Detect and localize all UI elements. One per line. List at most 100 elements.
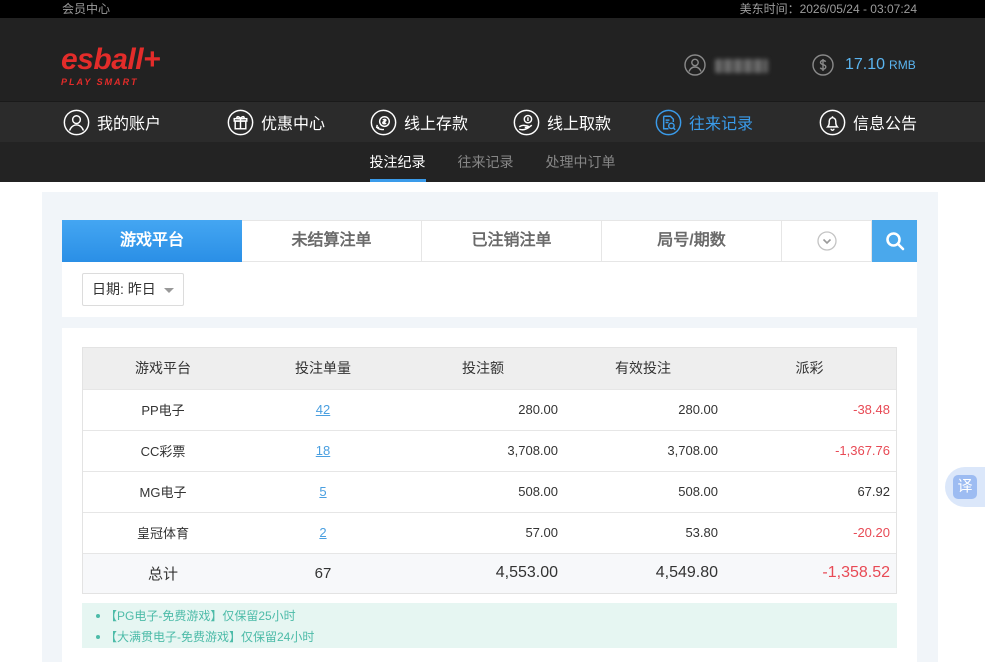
top-bar: 会员中心 美东时间：2026/05/24 - 03:07:24 bbox=[0, 0, 985, 18]
header: esball+ PLAY SMART 17.10 RMB bbox=[0, 18, 985, 101]
nav-online-withdraw[interactable]: 线上取款 bbox=[513, 102, 611, 142]
cell-platform: PP电子 bbox=[83, 388, 243, 430]
username-blurred[interactable] bbox=[715, 59, 768, 73]
cell-bet-count: 18 bbox=[243, 429, 403, 471]
header-bet-count: 投注单量 bbox=[243, 348, 403, 389]
nav-transaction-records[interactable]: 往来记录 bbox=[655, 102, 753, 142]
total-label: 总计 bbox=[83, 552, 243, 593]
nav-label: 我的账户 bbox=[97, 116, 162, 133]
cell-bet-count: 42 bbox=[243, 388, 403, 430]
gift-icon bbox=[227, 109, 254, 136]
logo-tagline: PLAY SMART bbox=[61, 77, 139, 87]
search-button[interactable] bbox=[872, 220, 917, 262]
cell-platform: 皇冠体育 bbox=[83, 511, 243, 553]
bullet-icon bbox=[96, 634, 100, 639]
cell-bet-count: 2 bbox=[243, 511, 403, 553]
chevron-down-icon bbox=[816, 231, 837, 251]
cell-platform: CC彩票 bbox=[83, 429, 243, 471]
cell-valid-bet: 53.80 bbox=[563, 511, 723, 553]
nav-my-account[interactable]: 我的账户 bbox=[63, 102, 161, 142]
cell-valid-bet: 508.00 bbox=[563, 470, 723, 512]
notice-box: 【PG电子-免费游戏】仅保留25小时 【大满贯电子-免费游戏】仅保留24小时 bbox=[82, 603, 897, 648]
table-row: CC彩票 18 3,708.00 3,708.00 -1,367.76 bbox=[83, 429, 896, 471]
tab-game-platform[interactable]: 游戏平台 bbox=[62, 220, 242, 262]
deposit-icon bbox=[370, 109, 397, 136]
eastern-time-clock: 美东时间：2026/05/24 - 03:07:24 bbox=[739, 2, 917, 16]
nav-label: 线上存款 bbox=[404, 116, 469, 133]
user-icon bbox=[63, 109, 90, 136]
nav-promotions[interactable]: 优惠中心 bbox=[227, 102, 325, 142]
total-bet-amount: 4,553.00 bbox=[403, 552, 563, 593]
cell-bet-amount: 3,708.00 bbox=[403, 429, 563, 471]
header-platform: 游戏平台 bbox=[83, 348, 243, 389]
total-payout: -1,358.52 bbox=[723, 552, 896, 593]
notice-item: 【大满贯电子-免费游戏】仅保留24小时 bbox=[82, 626, 897, 647]
logo-wordmark: esball+ bbox=[61, 43, 161, 76]
bet-count-link[interactable]: 18 bbox=[316, 443, 330, 458]
nav-label: 往来记录 bbox=[689, 116, 754, 133]
withdraw-icon bbox=[513, 109, 540, 136]
table-total-row: 总计 67 4,553.00 4,549.80 -1,358.52 bbox=[83, 552, 896, 593]
bet-summary-table: 游戏平台 投注单量 投注额 有效投注 派彩 PP电子 42 280.00 280… bbox=[82, 347, 897, 594]
notice-text: 【PG电子-免费游戏】仅保留25小时 bbox=[105, 609, 296, 623]
bet-count-link[interactable]: 42 bbox=[316, 402, 330, 417]
date-filter-select[interactable]: 日期: 昨日 bbox=[82, 273, 184, 306]
search-icon bbox=[885, 232, 904, 251]
table-row: MG电子 5 508.00 508.00 67.92 bbox=[83, 470, 896, 512]
member-center-label[interactable]: 会员中心 bbox=[62, 0, 110, 18]
balance-currency: RMB bbox=[889, 58, 916, 72]
cell-platform: MG电子 bbox=[83, 470, 243, 512]
tab-round-number[interactable]: 局号/期数 bbox=[602, 220, 782, 262]
cell-payout: -1,367.76 bbox=[723, 429, 896, 471]
main-nav: 我的账户 优惠中心 线上存款 线上取款 往来记录 信息公告 bbox=[0, 101, 985, 142]
header-bet-amount: 投注额 bbox=[403, 348, 563, 389]
cell-payout: 67.92 bbox=[723, 470, 896, 512]
cell-bet-amount: 57.00 bbox=[403, 511, 563, 553]
total-bet-count: 67 bbox=[243, 552, 403, 593]
cell-bet-amount: 280.00 bbox=[403, 388, 563, 430]
table-header-row: 游戏平台 投注单量 投注额 有效投注 派彩 bbox=[83, 348, 896, 389]
tab-cancelled-bets[interactable]: 已注销注单 bbox=[422, 220, 602, 262]
nav-announcements[interactable]: 信息公告 bbox=[819, 102, 917, 142]
dollar-circle-icon bbox=[812, 54, 834, 76]
user-circle-icon[interactable] bbox=[684, 54, 706, 76]
notice-text: 【大满贯电子-免费游戏】仅保留24小时 bbox=[105, 630, 315, 644]
header-payout: 派彩 bbox=[723, 348, 896, 389]
bet-count-link[interactable]: 5 bbox=[319, 484, 326, 499]
account-balance: 17.10 RMB bbox=[845, 54, 916, 76]
translate-icon: 译 bbox=[953, 475, 977, 499]
nav-label: 线上取款 bbox=[547, 116, 612, 133]
bullet-icon bbox=[96, 613, 100, 618]
subnav-pending-orders[interactable]: 处理中订单 bbox=[546, 142, 616, 182]
translate-button[interactable]: 译 bbox=[945, 467, 985, 507]
bell-icon bbox=[819, 109, 846, 136]
cell-bet-count: 5 bbox=[243, 470, 403, 512]
esball-logo[interactable]: esball+ PLAY SMART bbox=[61, 43, 161, 88]
subnav-bet-records[interactable]: 投注纪录 bbox=[369, 142, 426, 182]
more-tabs-dropdown[interactable] bbox=[782, 220, 872, 262]
cell-valid-bet: 280.00 bbox=[563, 388, 723, 430]
nav-label: 优惠中心 bbox=[261, 116, 326, 133]
subnav-transaction-records[interactable]: 往来记录 bbox=[458, 142, 514, 182]
balance-amount: 17.10 bbox=[845, 56, 886, 73]
summary-card: 游戏平台 投注单量 投注额 有效投注 派彩 PP电子 42 280.00 280… bbox=[62, 328, 917, 662]
caret-down-icon bbox=[164, 288, 174, 293]
records-icon bbox=[655, 109, 682, 136]
date-filter-value: 日期: 昨日 bbox=[92, 281, 156, 297]
nav-online-deposit[interactable]: 线上存款 bbox=[370, 102, 468, 142]
notice-item: 【PG电子-免费游戏】仅保留25小时 bbox=[82, 605, 897, 626]
filter-card: 游戏平台 未结算注单 已注销注单 局号/期数 日期: 昨日 bbox=[62, 220, 917, 317]
table-row: 皇冠体育 2 57.00 53.80 -20.20 bbox=[83, 511, 896, 553]
record-tabs: 游戏平台 未结算注单 已注销注单 局号/期数 bbox=[62, 220, 917, 262]
nav-label: 信息公告 bbox=[853, 116, 918, 133]
sub-nav: 投注纪录 往来记录 处理中订单 bbox=[0, 142, 985, 182]
tab-unsettled-bets[interactable]: 未结算注单 bbox=[242, 220, 422, 262]
header-valid-bet: 有效投注 bbox=[563, 348, 723, 389]
cell-payout: -38.48 bbox=[723, 388, 896, 430]
table-row: PP电子 42 280.00 280.00 -38.48 bbox=[83, 388, 896, 430]
total-valid-bet: 4,549.80 bbox=[563, 552, 723, 593]
page: 会员中心 美东时间：2026/05/24 - 03:07:24 esball+ … bbox=[0, 0, 985, 662]
bet-count-link[interactable]: 2 bbox=[319, 525, 326, 540]
cell-payout: -20.20 bbox=[723, 511, 896, 553]
cell-bet-amount: 508.00 bbox=[403, 470, 563, 512]
